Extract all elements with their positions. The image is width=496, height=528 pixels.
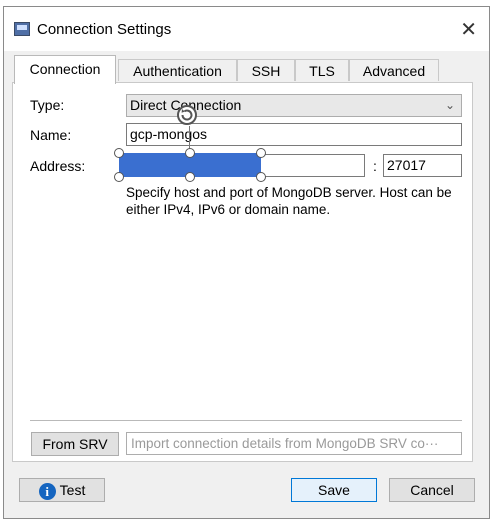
resize-handle-top[interactable] bbox=[185, 148, 195, 158]
cancel-button[interactable]: Cancel bbox=[389, 478, 475, 502]
close-icon[interactable]: ✕ bbox=[460, 17, 477, 42]
port-separator: : bbox=[373, 158, 377, 174]
from-srv-button[interactable]: From SRV bbox=[31, 432, 119, 456]
info-icon: i bbox=[38, 482, 56, 500]
tab-advanced[interactable]: Advanced bbox=[349, 59, 439, 81]
name-label: Name: bbox=[30, 127, 72, 143]
title-bar: Connection Settings ✕ bbox=[4, 7, 489, 51]
resize-handle-top-left[interactable] bbox=[114, 148, 124, 158]
type-label: Type: bbox=[30, 97, 65, 113]
resize-handle-bottom[interactable] bbox=[185, 172, 195, 182]
tab-authentication[interactable]: Authentication bbox=[118, 59, 237, 81]
resize-handle-bottom-left[interactable] bbox=[114, 172, 124, 182]
app-window-icon bbox=[14, 22, 30, 36]
address-help-text: Specify host and port of MongoDB server.… bbox=[126, 185, 452, 217]
name-input[interactable]: gcp-mongos bbox=[126, 123, 462, 146]
test-button[interactable]: i Test bbox=[19, 478, 105, 502]
port-input[interactable]: 27017 bbox=[383, 154, 462, 177]
tab-tls[interactable]: TLS bbox=[295, 59, 349, 81]
address-label: Address: bbox=[30, 158, 86, 174]
tab-connection[interactable]: Connection bbox=[14, 55, 116, 84]
srv-import-input[interactable]: Import connection details from MongoDB S… bbox=[126, 432, 462, 455]
window-title: Connection Settings bbox=[37, 21, 172, 38]
save-button[interactable]: Save bbox=[291, 478, 377, 502]
rotate-handle-icon[interactable] bbox=[176, 104, 198, 126]
resize-handle-bottom-right[interactable] bbox=[256, 172, 266, 182]
tab-ssh[interactable]: SSH bbox=[237, 59, 295, 81]
separator-line bbox=[30, 420, 462, 421]
chevron-down-icon: ⌄ bbox=[444, 98, 455, 112]
test-button-label: Test bbox=[59, 482, 86, 498]
resize-handle-top-right[interactable] bbox=[256, 148, 266, 158]
